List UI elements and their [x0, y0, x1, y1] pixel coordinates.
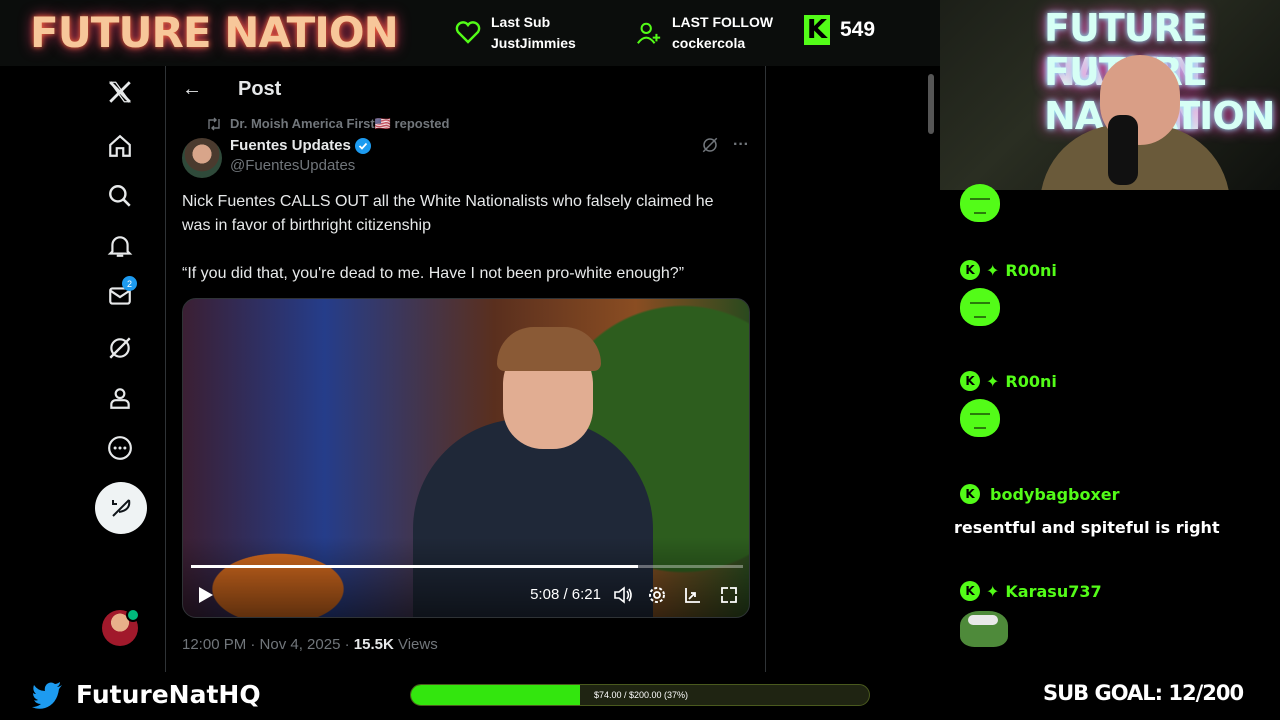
twitter-handle-text: FutureNatHQ [76, 680, 261, 709]
video-controls: 5:08 / 6:21 [183, 581, 749, 609]
brand-logo: FUTURE NATION [30, 8, 399, 57]
repost-text: Dr. Moish America First🇺🇸 reposted [230, 116, 450, 131]
messages-badge: 2 [122, 276, 137, 291]
post-detail: ← Post Dr. Moish America First🇺🇸 reposte… [166, 66, 766, 672]
webcam-feed: FUTURE NATION FUTURE NATION NATION [940, 0, 1280, 190]
microphone [1108, 115, 1138, 185]
picture-in-picture-icon[interactable] [683, 585, 703, 605]
kick-badge-icon: K [960, 260, 980, 280]
heart-icon [455, 20, 481, 46]
last-sub-widget: Last Sub JustJimmies [455, 12, 576, 54]
chat-text: resentful and spiteful is right [954, 518, 1220, 537]
fullscreen-icon[interactable] [719, 585, 739, 605]
last-follow-widget: LAST FOLLOW cockercola [636, 12, 773, 54]
compose-post-button[interactable] [95, 482, 147, 534]
chat-message: K ✦ Karasu737 [960, 581, 1102, 647]
sparkle-badge-icon: ✦ [986, 581, 1000, 601]
post-actions: ··· [701, 136, 749, 154]
left-nav: 2 [0, 66, 166, 672]
verified-badge-icon [354, 137, 371, 154]
back-arrow-icon[interactable]: ← [182, 78, 204, 101]
search-icon[interactable] [106, 182, 134, 210]
post-timestamp[interactable]: 12:00 PM · Nov 4, 2025 · [182, 636, 350, 653]
scrollbar-thumb[interactable] [928, 74, 934, 134]
add-user-icon [636, 20, 662, 46]
video-player[interactable]: 5:08 / 6:21 [182, 298, 750, 618]
view-count: 15.5K [353, 636, 394, 653]
video-time: 5:08 / 6:21 [530, 586, 601, 603]
stream-top-overlay: FUTURE NATION Last Sub JustJimmies LAST … [0, 0, 940, 66]
grok-icon[interactable] [106, 334, 134, 362]
kick-badge-icon: K [960, 484, 980, 504]
kick-emote [960, 184, 1000, 222]
chat-username[interactable]: bodybagboxer [990, 485, 1120, 504]
post-text: Nick Fuentes CALLS OUT all the White Nat… [182, 190, 742, 310]
play-icon[interactable] [197, 585, 215, 605]
chat-message [960, 184, 1000, 222]
stream-chat: K ✦ R00ni K ✦ R00ni Kbodybagboxer resentful … [940, 184, 1280, 672]
profile-icon[interactable] [106, 384, 134, 412]
view-label: Views [397, 636, 438, 653]
author-avatar[interactable] [182, 138, 222, 178]
repost-attribution[interactable]: Dr. Moish America First🇺🇸 reposted [206, 116, 449, 132]
donation-goal-bar: $74.00 / $200.00 (37%) [410, 684, 870, 706]
chat-message: K ✦ R00ni [960, 260, 1057, 326]
last-follow-label: LAST FOLLOW [672, 14, 774, 30]
kick-badge-icon: K [960, 581, 980, 601]
last-sub-label: Last Sub [491, 14, 551, 30]
x-logo-icon[interactable] [106, 78, 134, 106]
grok-explain-icon[interactable] [701, 136, 719, 154]
video-frame-hair [497, 327, 601, 371]
twitter-bird-icon [32, 681, 62, 709]
post-text-paragraph: Nick Fuentes CALLS OUT all the White Nat… [182, 193, 714, 234]
donation-goal-text: $74.00 / $200.00 (37%) [593, 690, 689, 700]
chat-username[interactable]: Karasu737 [1005, 582, 1101, 601]
video-progress-fill [191, 565, 639, 568]
last-sub-name: JustJimmies [491, 35, 576, 51]
kick-emote [960, 399, 1000, 437]
pepe-emote [960, 611, 1008, 647]
chat-username[interactable]: R00ni [1005, 261, 1056, 280]
messages-icon[interactable]: 2 [106, 276, 137, 310]
volume-icon[interactable] [613, 585, 633, 605]
sparkle-badge-icon: ✦ [986, 371, 1000, 391]
author-name[interactable]: Fuentes Updates [230, 137, 371, 154]
home-icon[interactable] [106, 132, 134, 160]
settings-gear-icon[interactable] [647, 585, 667, 605]
sub-goal: SUB GOAL: 12/200 [1043, 681, 1244, 705]
repost-icon [208, 117, 220, 131]
author-handle[interactable]: @FuentesUpdates [230, 157, 355, 174]
account-avatar[interactable] [102, 608, 140, 646]
kick-follower-count: K 549 [804, 15, 875, 45]
kick-emote [960, 288, 1000, 326]
chat-message: Kbodybagboxer resentful and spiteful is … [954, 484, 1220, 537]
post-header: ← Post [166, 66, 766, 112]
video-progress-bar[interactable] [191, 565, 743, 568]
author-name-text: Fuentes Updates [230, 137, 351, 154]
chat-username[interactable]: R00ni [1005, 372, 1056, 391]
last-follow-name: cockercola [672, 35, 746, 51]
more-options-icon[interactable]: ··· [733, 136, 749, 154]
twitter-handle: FutureNatHQ [32, 680, 261, 709]
post-quote-paragraph: “If you did that, you're dead to me. Hav… [182, 265, 685, 282]
stream-bottom-overlay: FutureNatHQ $74.00 / $200.00 (37%) SUB G… [0, 672, 1280, 720]
more-icon[interactable] [106, 434, 134, 462]
sparkle-badge-icon: ✦ [986, 260, 1000, 280]
kick-badge-icon: K [960, 371, 980, 391]
kick-logo-icon: K [804, 15, 830, 45]
notifications-icon[interactable] [106, 232, 134, 260]
post-metadata: 12:00 PM · Nov 4, 2025 · 15.5K Views [182, 636, 438, 653]
page-title: Post [238, 77, 282, 100]
x-app-window: 2 ← Post Dr. Moish America First🇺🇸 repos… [0, 66, 940, 672]
kick-count-value: 549 [840, 18, 876, 41]
feather-icon [112, 499, 131, 517]
chat-message: K ✦ R00ni [960, 371, 1057, 437]
page-scrollbar[interactable] [926, 66, 936, 672]
